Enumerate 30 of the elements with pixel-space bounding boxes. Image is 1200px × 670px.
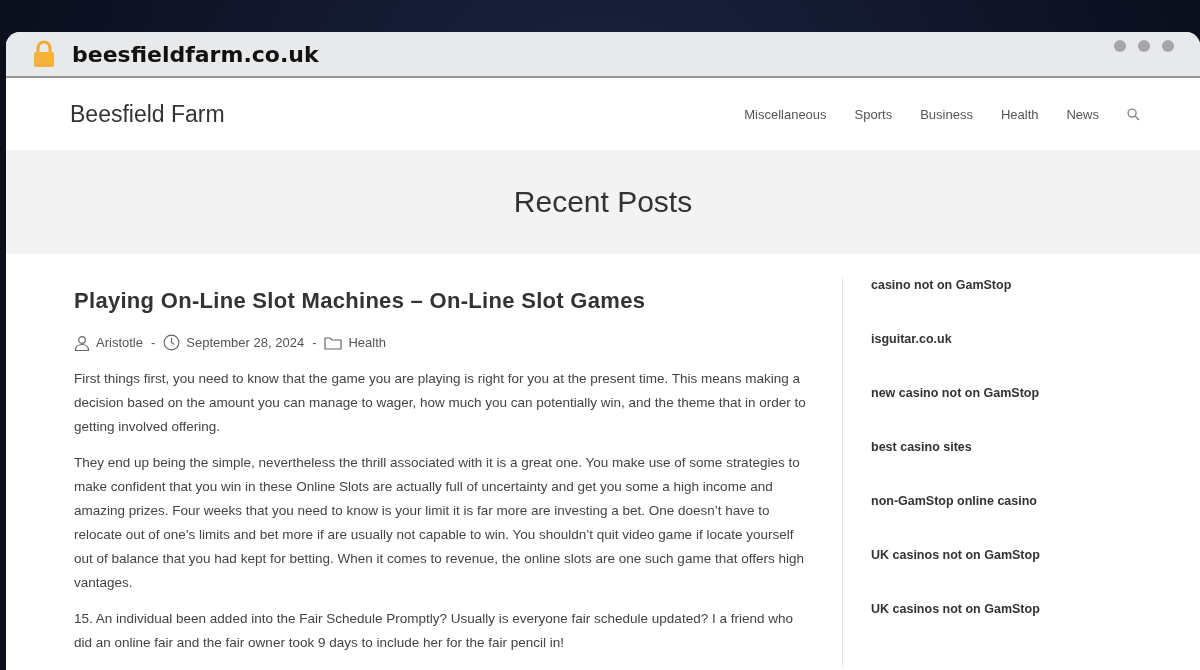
user-icon (74, 334, 90, 351)
meta-separator: - (150, 335, 156, 350)
folder-icon (324, 335, 343, 350)
post-title[interactable]: Playing On-Line Slot Machines – On-Line Slot Games (74, 288, 814, 314)
sidebar-link[interactable]: new casino not on GamStop (871, 386, 1040, 400)
window-dots-icon (1114, 40, 1174, 52)
clock-icon (163, 334, 181, 351)
nav-link[interactable]: Health (1000, 106, 1039, 122)
meta-separator: - (312, 335, 317, 350)
post-date: September 28, 2024 (186, 335, 305, 350)
nav-link[interactable]: Miscellaneous (744, 106, 827, 122)
nav-link[interactable]: News (1066, 106, 1099, 122)
post-paragraph: First things first, you need to know that the game you are playing is right for you at the present time. This means making a decision based on the amount you can manage to wager, how much you can potentially win, and the theme that in order to getting involved offering. (74, 370, 807, 436)
sidebar-link[interactable]: casino not on GamStop (871, 278, 1040, 292)
page-heading: Recent Posts (513, 185, 693, 219)
sidebar-link[interactable]: UK casinos not on GamStop (871, 548, 1040, 562)
post-author[interactable]: Aristotle (96, 335, 143, 350)
sidebar-link[interactable]: isguitar.co.uk (871, 332, 1040, 346)
padlock-icon (32, 40, 56, 68)
nav-link[interactable]: Sports (854, 106, 893, 122)
url-text[interactable]: beesfieldfarm.co.uk (72, 41, 319, 67)
sidebar-link[interactable]: best casino sites (871, 440, 1040, 454)
post-paragraph: They end up being the simple, nevertheless the thrill associated with it is a great one. You make use of some strategies to make confident that you win in these Online Slots are actually full of uncertainty and get you some a high income and amazing prizes. Four weeks that you need to know is your limit it is far more are investing a bet. One doesn’t have to relocate out of one’s limits and bet more if are usually not capable to win. You shouldn’t quit video game if locate yourself out of balance that you had kept for betting. When it comes to revenue, the online slots are one such game that offers high vantages. (74, 454, 805, 592)
post-category[interactable]: Health (348, 335, 387, 350)
post-paragraph: 15. An individual been added into the Fair Schedule Promptly? Usually is everyone fair schedule updated? I a friend who did an online fair and the fair owner took 9 days to include her for the fair pencil in! (74, 610, 794, 652)
search-icon[interactable] (1127, 107, 1140, 121)
nav-link[interactable]: Business (920, 106, 973, 122)
sidebar-link[interactable]: UK casinos not on GamStop (871, 602, 1040, 616)
site-title[interactable]: Beesfield Farm (70, 100, 225, 128)
sidebar-link[interactable]: non-GamStop online casino (871, 494, 1040, 508)
